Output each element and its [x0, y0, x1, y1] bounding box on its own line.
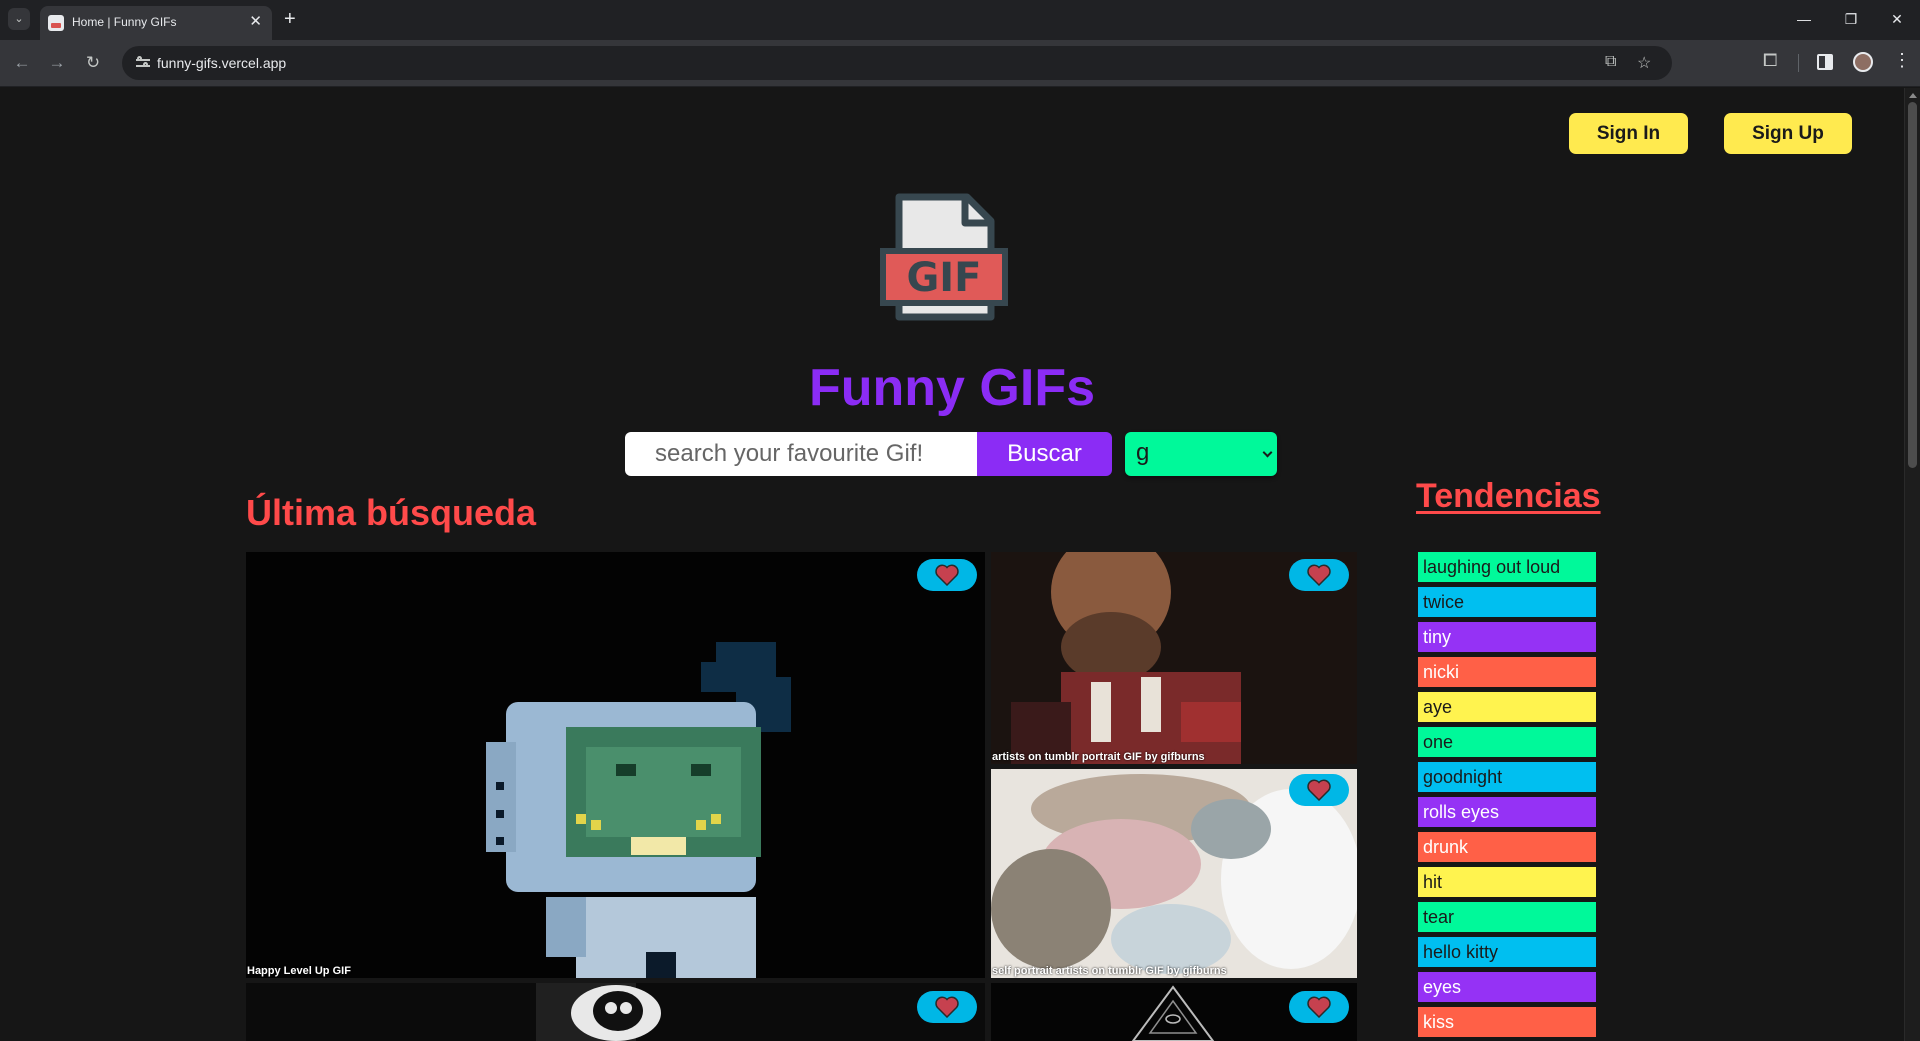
favorite-button[interactable]	[1289, 991, 1349, 1023]
gif-card[interactable]: Happy Level Up GIF	[246, 552, 985, 978]
favorite-button[interactable]	[1289, 774, 1349, 806]
search-input[interactable]	[625, 432, 978, 476]
minimize-icon[interactable]: —	[1789, 8, 1819, 30]
gif-caption: artists on tumblr portrait GIF by gifbur…	[992, 751, 1205, 763]
puzzle-extensions-icon[interactable]: ⧠	[1763, 50, 1777, 71]
trends-title[interactable]: Tendencias	[1416, 477, 1601, 516]
page-scrollbar[interactable]	[1904, 88, 1920, 1041]
favorite-button[interactable]	[917, 991, 977, 1023]
address-bar[interactable]: funny-gifs.vercel.app ⧉ ☆	[122, 46, 1672, 80]
new-tab-icon[interactable]: +	[284, 7, 296, 31]
trend-item[interactable]: laughing out loud	[1418, 552, 1596, 582]
heart-icon	[935, 564, 959, 586]
profile-avatar[interactable]	[1853, 52, 1873, 72]
rating-selected-value: g	[1136, 439, 1150, 466]
tab-title: Home | Funny GIFs	[72, 15, 177, 29]
gif-card[interactable]	[246, 983, 985, 1041]
skull-image	[246, 983, 985, 1041]
side-panel-icon[interactable]	[1817, 54, 1833, 70]
page-content: Sign In Sign Up GIF Funny GIFs Buscar g …	[0, 88, 1904, 1041]
trend-item[interactable]: hit	[1418, 867, 1596, 897]
url-text: funny-gifs.vercel.app	[157, 55, 287, 71]
heart-icon	[1307, 564, 1331, 586]
chevron-down-icon	[1262, 447, 1273, 458]
browser-tab-bar: ⌄ Home | Funny GIFs ✕ + — ❐ ✕	[0, 0, 1920, 40]
tab-search-button[interactable]: ⌄	[8, 8, 30, 30]
trend-item[interactable]: twice	[1418, 587, 1596, 617]
close-tab-icon[interactable]: ✕	[249, 13, 262, 31]
rating-select[interactable]: g	[1125, 432, 1277, 476]
trend-item[interactable]: drunk	[1418, 832, 1596, 862]
search-button[interactable]: Buscar	[977, 432, 1112, 476]
trend-item[interactable]: kiss	[1418, 1007, 1596, 1037]
reload-icon[interactable]: ↻	[81, 51, 105, 75]
scrollbar-thumb[interactable]	[1908, 102, 1917, 468]
heart-icon	[935, 996, 959, 1018]
gif-file-logo: GIF	[880, 193, 1008, 321]
trend-item[interactable]: aye	[1418, 692, 1596, 722]
restore-icon[interactable]: ❐	[1836, 8, 1866, 30]
logo-text: GIF	[906, 255, 981, 301]
trend-item[interactable]: goodnight	[1418, 762, 1596, 792]
forward-icon[interactable]: →	[45, 51, 69, 75]
trend-item[interactable]: hello kitty	[1418, 937, 1596, 967]
back-icon[interactable]: ←	[10, 51, 34, 75]
gif-favicon-icon	[48, 15, 64, 31]
favorite-button[interactable]	[917, 559, 977, 591]
toolbar-divider	[1798, 54, 1799, 72]
sign-up-button[interactable]: Sign Up	[1724, 113, 1852, 154]
trend-item[interactable]: rolls eyes	[1418, 797, 1596, 827]
trend-item[interactable]: nicki	[1418, 657, 1596, 687]
site-title: Funny GIFs	[809, 359, 1095, 417]
trend-item[interactable]: tear	[1418, 902, 1596, 932]
active-tab[interactable]: Home | Funny GIFs ✕	[40, 6, 272, 40]
last-search-title: Última búsqueda	[246, 492, 537, 533]
trend-item[interactable]: tiny	[1418, 622, 1596, 652]
menu-kebab-icon[interactable]: ⋮	[1893, 50, 1911, 71]
close-window-icon[interactable]: ✕	[1882, 8, 1912, 30]
scroll-up-arrow-icon[interactable]	[1909, 93, 1917, 98]
install-app-icon[interactable]: ⧉	[1605, 53, 1616, 71]
trend-item[interactable]: eyes	[1418, 972, 1596, 1002]
gif-caption: Happy Level Up GIF	[247, 965, 351, 977]
site-settings-icon[interactable]	[134, 54, 152, 72]
heart-icon	[1307, 996, 1331, 1018]
trend-item[interactable]: one	[1418, 727, 1596, 757]
gif-caption: self portrait artists on tumblr GIF by g…	[992, 965, 1227, 977]
sign-in-button[interactable]: Sign In	[1569, 113, 1688, 154]
browser-toolbar: ← → ↻ funny-gifs.vercel.app ⧉ ☆ 6 ⧠ ⋮	[0, 40, 1920, 112]
heart-icon	[1307, 779, 1331, 801]
favorite-button[interactable]	[1289, 559, 1349, 591]
pixel-robot-image	[246, 552, 985, 978]
bookmark-star-icon[interactable]: ☆	[1637, 53, 1651, 73]
